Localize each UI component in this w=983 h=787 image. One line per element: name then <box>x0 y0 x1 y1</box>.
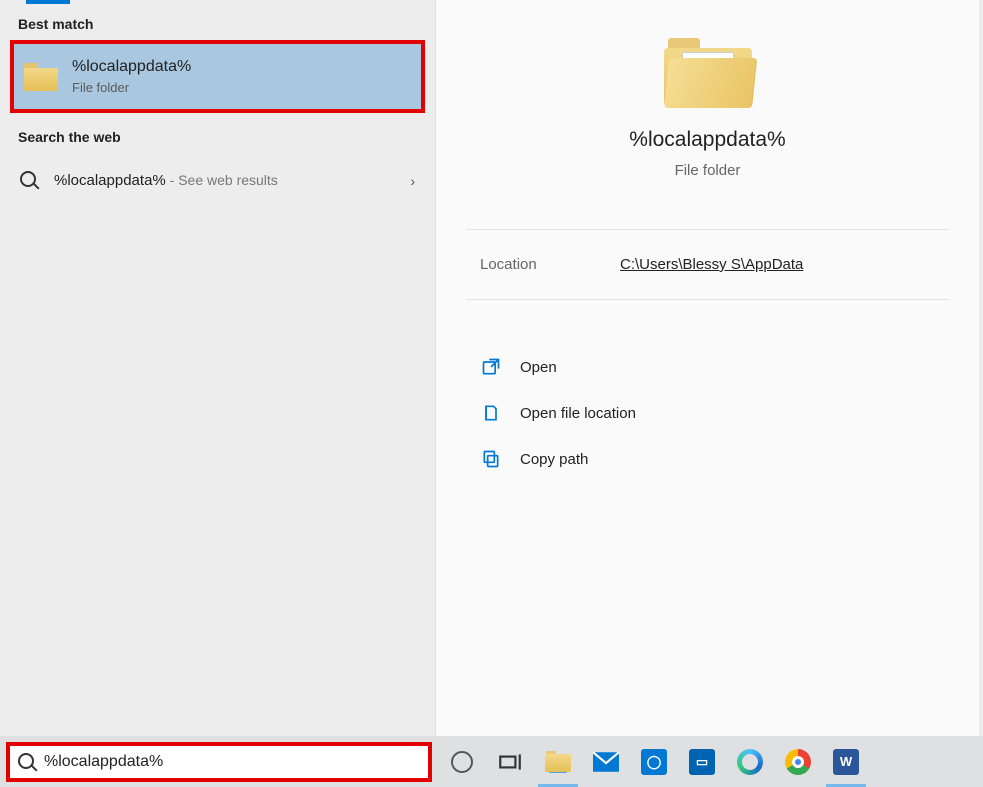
web-result-label: %localappdata% <box>54 172 166 189</box>
filter-tab-active[interactable] <box>26 0 70 4</box>
mail-icon <box>593 752 619 772</box>
preview-panel: %localappdata% File folder Location C:\U… <box>435 0 979 736</box>
search-web-header: Search the web <box>0 113 435 153</box>
open-icon <box>480 356 502 378</box>
web-search-result[interactable]: %localappdata% - See web results › <box>10 157 425 205</box>
action-open-location-label: Open file location <box>520 405 636 422</box>
task-view-icon <box>497 749 523 775</box>
chrome-button[interactable] <box>774 736 822 787</box>
cortana-button[interactable] <box>438 736 486 787</box>
mail-button[interactable] <box>582 736 630 787</box>
search-icon <box>20 171 40 191</box>
folder-icon <box>24 63 58 91</box>
dell-icon: ◯ <box>641 749 667 775</box>
file-explorer-button[interactable] <box>534 736 582 787</box>
file-explorer-icon <box>545 751 571 773</box>
intel-icon: ▭ <box>689 749 715 775</box>
divider <box>466 299 949 300</box>
preview-title: %localappdata% <box>456 128 959 152</box>
word-button[interactable]: W <box>822 736 870 787</box>
folder-icon <box>664 38 752 110</box>
action-open[interactable]: Open <box>476 344 949 390</box>
taskbar-search-box[interactable] <box>6 742 432 782</box>
intel-app-button[interactable]: ▭ <box>678 736 726 787</box>
cortana-icon <box>451 751 473 773</box>
task-view-button[interactable] <box>486 736 534 787</box>
edge-button[interactable] <box>726 736 774 787</box>
location-link[interactable]: C:\Users\Blessy S\AppData <box>620 256 803 273</box>
chevron-right-icon: › <box>410 173 415 189</box>
best-match-subtitle: File folder <box>72 80 191 95</box>
divider <box>466 229 949 230</box>
action-open-label: Open <box>520 359 557 376</box>
open-location-icon <box>480 402 502 424</box>
word-icon: W <box>833 749 859 775</box>
web-result-suffix: - See web results <box>166 172 278 188</box>
action-copy-path-label: Copy path <box>520 451 588 468</box>
taskbar: ◯ ▭ W <box>0 736 983 787</box>
location-label: Location <box>480 256 620 273</box>
location-row: Location C:\Users\Blessy S\AppData <box>436 256 979 273</box>
best-match-text: %localappdata% File folder <box>72 58 191 95</box>
best-match-title: %localappdata% <box>72 58 191 76</box>
copy-icon <box>480 448 502 470</box>
best-match-result[interactable]: %localappdata% File folder <box>10 40 425 113</box>
search-icon <box>18 753 36 771</box>
search-results-panel: Best match %localappdata% File folder Se… <box>0 0 435 736</box>
preview-subtitle: File folder <box>456 162 959 179</box>
action-copy-path[interactable]: Copy path <box>476 436 949 482</box>
best-match-header: Best match <box>0 0 435 40</box>
edge-icon <box>737 749 763 775</box>
dell-app-button[interactable]: ◯ <box>630 736 678 787</box>
action-open-location[interactable]: Open file location <box>476 390 949 436</box>
actions-list: Open Open file location Copy path <box>436 326 979 482</box>
chrome-icon <box>785 749 811 775</box>
search-input[interactable] <box>44 753 420 771</box>
